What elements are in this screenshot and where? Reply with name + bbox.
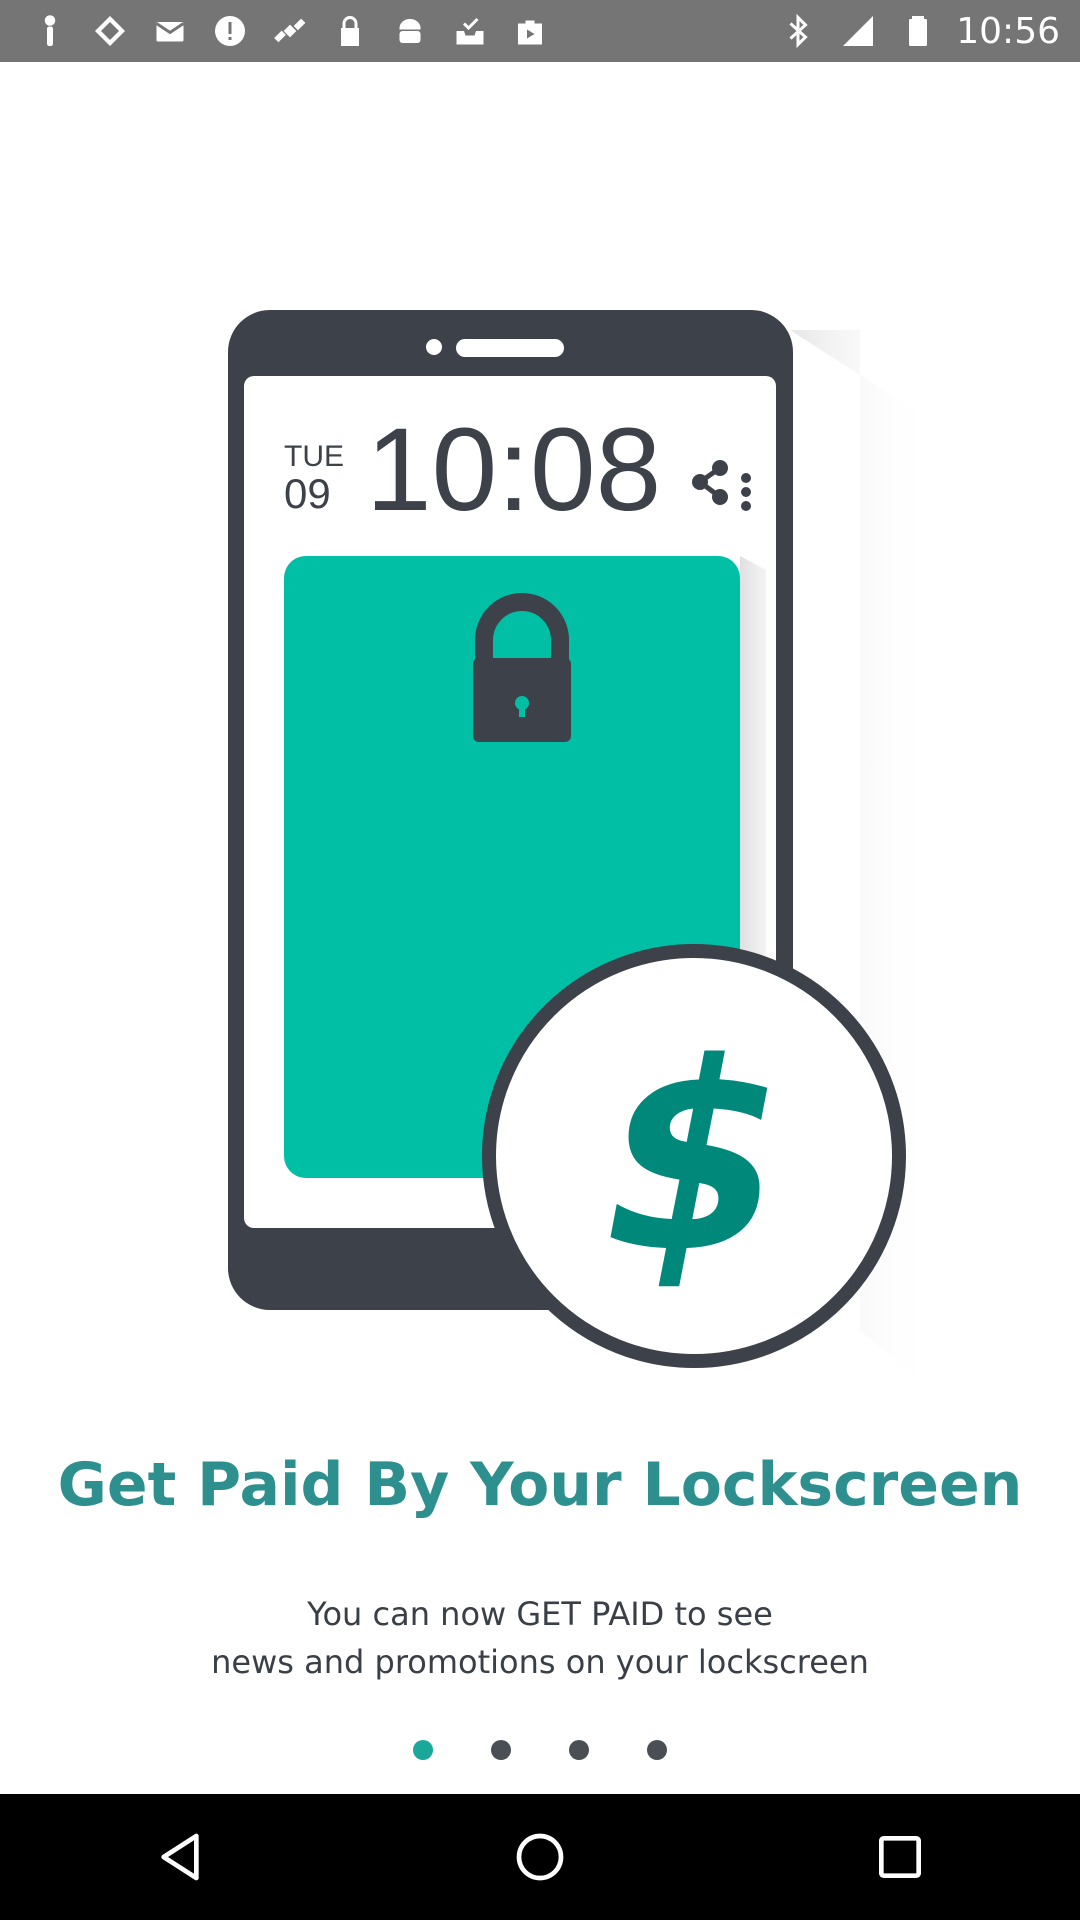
lock-date: 09 [284,470,331,517]
home-icon [516,1833,564,1881]
page-indicator [0,1740,1080,1764]
battery-icon [896,9,940,53]
lockscreen-illustration: TUE 09 10:08 $ [0,290,1080,1400]
phone-speaker [456,339,564,357]
person-pin-icon [28,9,72,53]
dollar-sign: $ [604,1008,785,1310]
recents-icon [879,1836,921,1878]
status-clock: 10:56 [956,10,1060,52]
system-icons: 10:56 [776,0,1060,62]
inbox-check-icon [448,9,492,53]
page-dot-1[interactable] [413,1740,433,1760]
page-dot-2[interactable] [491,1740,511,1760]
lock-time: 10:08 [366,404,661,536]
lock-icon [328,9,372,53]
page-dot-4[interactable] [647,1740,667,1760]
more-vertical-icon [741,473,751,511]
notification-icons [28,0,552,62]
phone-camera [426,339,442,355]
status-bar: 10:56 [0,0,1080,62]
lock-day: TUE [284,440,344,473]
alert-circle-icon [208,9,252,53]
signal-icon [836,9,880,53]
home-button[interactable] [480,1797,600,1917]
recents-button[interactable] [840,1797,960,1917]
navigation-bar [0,1794,1080,1920]
page-dot-3[interactable] [569,1740,589,1760]
play-store-icon [508,9,552,53]
onboarding-subtitle: You can now GET PAID to see news and pro… [0,1590,1080,1686]
back-button[interactable] [120,1797,240,1917]
navigation-diamond-icon [88,9,132,53]
satellite-fake-gps-icon [268,9,312,53]
mail-icon [148,9,192,53]
onboarding-title: Get Paid By Your Lockscreen [57,1450,1023,1520]
subtitle-line-1: You can now GET PAID to see [307,1595,773,1633]
subtitle-line-2: news and promotions on your lockscreen [211,1643,869,1681]
android-icon [388,9,432,53]
bluetooth-icon [776,9,820,53]
back-icon [161,1833,199,1881]
